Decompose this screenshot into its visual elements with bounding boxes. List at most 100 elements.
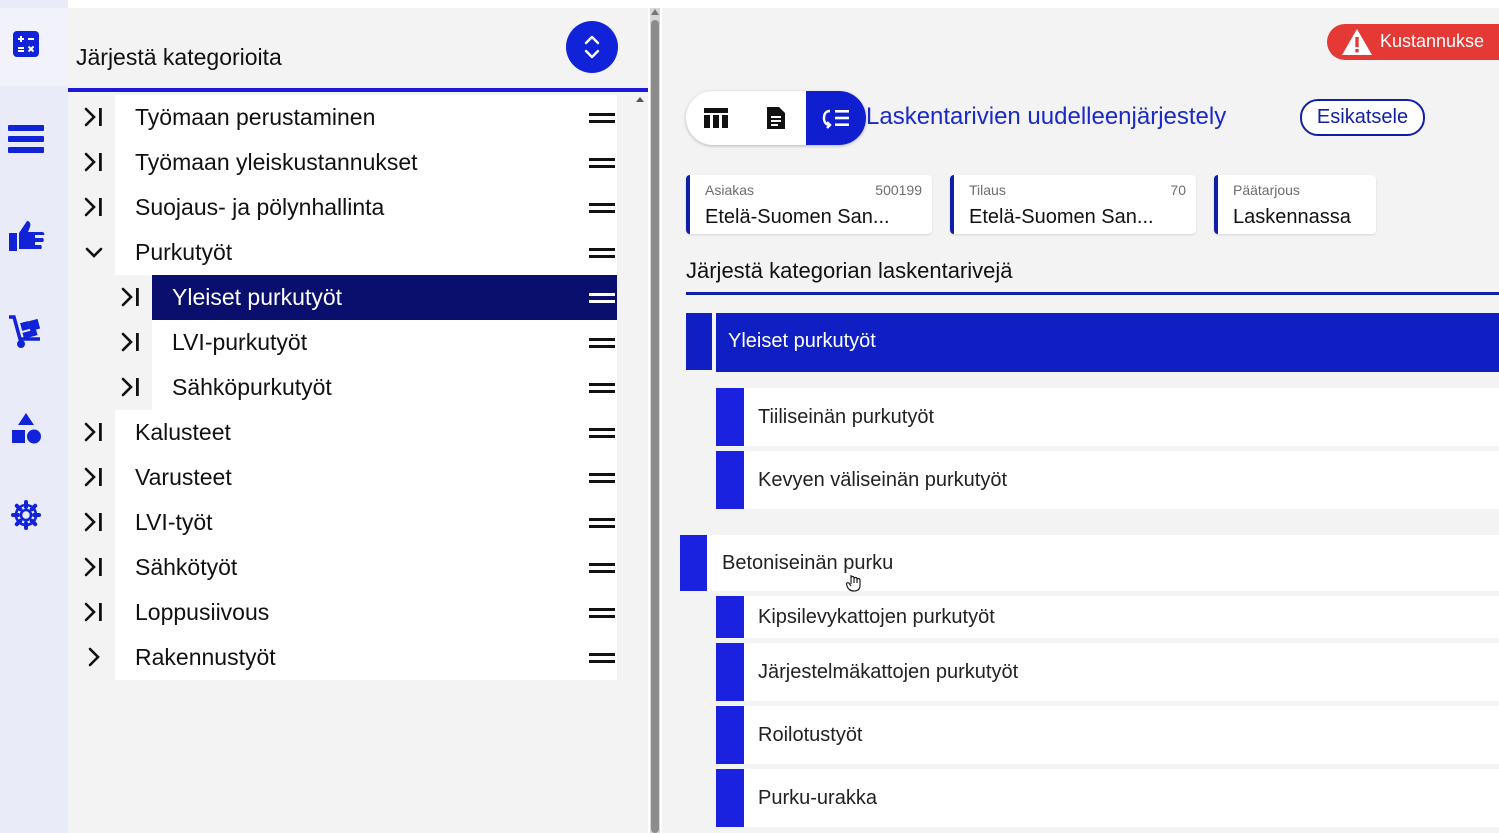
expand-right-icon[interactable] <box>82 195 106 219</box>
category-row[interactable]: Rakennustyöt <box>78 635 618 680</box>
expand-right-icon[interactable] <box>82 510 106 534</box>
sort-button[interactable] <box>566 21 618 73</box>
category-row[interactable]: LVI-työt <box>78 500 618 545</box>
drag-handle-icon[interactable] <box>589 605 615 619</box>
gear-icon[interactable] <box>0 493 52 537</box>
calc-row[interactable]: Kipsilevykattojen purkutyöt <box>716 596 1499 638</box>
warning-badge[interactable]: Kustannukse <box>1327 24 1499 60</box>
category-label: Työmaan yleiskustannukset <box>135 149 418 175</box>
preview-button[interactable]: Esikatsele <box>1300 99 1425 136</box>
warning-label: Kustannukse <box>1380 31 1485 51</box>
category-row[interactable]: Loppusiivous <box>78 590 618 635</box>
reorder-view-button[interactable] <box>806 91 866 145</box>
calc-row-label: Kevyen väliseinän purkutyöt <box>758 469 1008 491</box>
customer-card: Asiakas 500199 Etelä-Suomen San... <box>686 175 932 234</box>
drag-handle-icon[interactable] <box>589 200 615 214</box>
selected-category-marker <box>686 313 712 370</box>
expand-right-icon[interactable] <box>82 465 106 489</box>
category-label: LVI-purkutyöt <box>172 329 308 355</box>
calc-row-label: Tiiliseinän purkutyöt <box>758 406 935 428</box>
drag-handle-icon[interactable] <box>589 335 615 349</box>
expand-right-icon[interactable] <box>82 555 106 579</box>
order-number: 70 <box>1170 182 1186 198</box>
drag-handle-icon[interactable] <box>589 155 615 169</box>
order-card: Tilaus 70 Etelä-Suomen San... <box>950 175 1196 234</box>
customer-number: 500199 <box>875 182 922 198</box>
drag-handle-icon[interactable] <box>589 380 615 394</box>
main-offer-label: Päätarjous <box>1233 182 1300 198</box>
reorder-list-icon <box>822 109 849 129</box>
table-view-button[interactable] <box>686 91 746 145</box>
expand-right-icon[interactable] <box>119 330 143 354</box>
expand-right-icon[interactable] <box>119 375 143 399</box>
calc-row[interactable]: Purku-urakka <box>716 769 1499 827</box>
order-label: Tilaus <box>969 182 1006 198</box>
selected-category-bar[interactable]: Yleiset purkutyöt <box>716 313 1499 372</box>
calc-row[interactable]: Roilotustyöt <box>716 706 1499 764</box>
rows-section-title: Järjestä kategorian laskentarivejä <box>686 258 1013 283</box>
category-label: Purkutyöt <box>135 239 233 265</box>
cursor-hand-icon <box>846 575 861 592</box>
view-toolbar <box>686 91 866 145</box>
calc-row[interactable]: Kevyen väliseinän purkutyöt <box>716 451 1499 509</box>
hand-pointing-icon[interactable] <box>0 214 52 258</box>
expand-right-icon[interactable] <box>82 420 106 444</box>
category-row[interactable]: Suojaus- ja pölynhallinta <box>78 185 618 230</box>
app-root: Järjestä kategorioita Työmaan perustamin… <box>0 0 1499 833</box>
panel-divider <box>68 88 648 92</box>
document-view-button[interactable] <box>746 91 806 145</box>
drag-handle-icon[interactable] <box>589 290 615 304</box>
shapes-icon[interactable] <box>0 406 52 450</box>
calc-row-label: Järjestelmäkattojen purkutyöt <box>758 661 1019 683</box>
chevron-right-icon[interactable] <box>82 645 106 669</box>
calc-row-label: Purku-urakka <box>758 787 877 809</box>
category-row[interactable]: Yleiset purkutyöt <box>78 275 618 320</box>
calc-row[interactable]: Tiiliseinän purkutyöt <box>716 388 1499 446</box>
row-marker <box>716 769 744 827</box>
category-panel-header: Järjestä kategorioita <box>68 8 648 88</box>
main-offer-card: Päätarjous Laskennassa <box>1214 175 1376 234</box>
calc-row[interactable]: Järjestelmäkattojen purkutyöt <box>716 643 1499 701</box>
category-row[interactable]: Sähkötyöt <box>78 545 618 590</box>
row-marker <box>680 535 707 591</box>
row-marker <box>716 596 744 638</box>
panel-scrollbar[interactable] <box>650 8 660 833</box>
row-marker <box>716 643 744 701</box>
drag-handle-icon[interactable] <box>589 110 615 124</box>
category-label: Kalusteet <box>135 419 231 445</box>
scroll-arrow-icon[interactable] <box>651 9 659 15</box>
drag-handle-icon[interactable] <box>589 515 615 529</box>
category-label: Rakennustyöt <box>135 644 276 670</box>
expand-right-icon[interactable] <box>82 150 106 174</box>
sort-updown-icon <box>584 35 600 59</box>
customer-value: Etelä-Suomen San... <box>705 206 890 228</box>
category-row[interactable]: Kalusteet <box>78 410 618 455</box>
list-icon[interactable] <box>0 117 52 161</box>
drag-handle-icon[interactable] <box>589 470 615 484</box>
drag-handle-icon[interactable] <box>589 560 615 574</box>
category-row[interactable]: Työmaan perustaminen <box>78 95 618 140</box>
category-label: Sähkötyöt <box>135 554 238 580</box>
expand-right-icon[interactable] <box>82 600 106 624</box>
category-row[interactable]: Sähköpurkutyöt <box>78 365 618 410</box>
category-row[interactable]: LVI-purkutyöt <box>78 320 618 365</box>
chevron-down-icon[interactable] <box>82 240 106 264</box>
category-row[interactable]: Varusteet <box>78 455 618 500</box>
category-row[interactable]: Työmaan yleiskustannukset <box>78 140 618 185</box>
drag-handle-icon[interactable] <box>589 245 615 259</box>
expand-right-icon[interactable] <box>82 105 106 129</box>
category-label: Loppusiivous <box>135 599 270 625</box>
dragged-calc-row[interactable]: Betoniseinän purku <box>680 535 1499 591</box>
drag-handle-icon[interactable] <box>589 650 615 664</box>
calculator-icon[interactable] <box>0 22 52 66</box>
calc-row-label: Betoniseinän purku <box>722 552 894 574</box>
category-label: Sähköpurkutyöt <box>172 374 332 400</box>
scrollbar-thumb[interactable] <box>651 20 659 833</box>
toolbar-title: Laskentarivien uudelleenjärjestely <box>866 103 1227 130</box>
category-label: Varusteet <box>135 464 232 490</box>
drag-handle-icon[interactable] <box>589 425 615 439</box>
scroll-up-arrow-icon[interactable] <box>636 97 644 102</box>
category-row[interactable]: Purkutyöt <box>78 230 618 275</box>
expand-right-icon[interactable] <box>119 285 143 309</box>
hand-cart-icon[interactable] <box>0 310 52 354</box>
